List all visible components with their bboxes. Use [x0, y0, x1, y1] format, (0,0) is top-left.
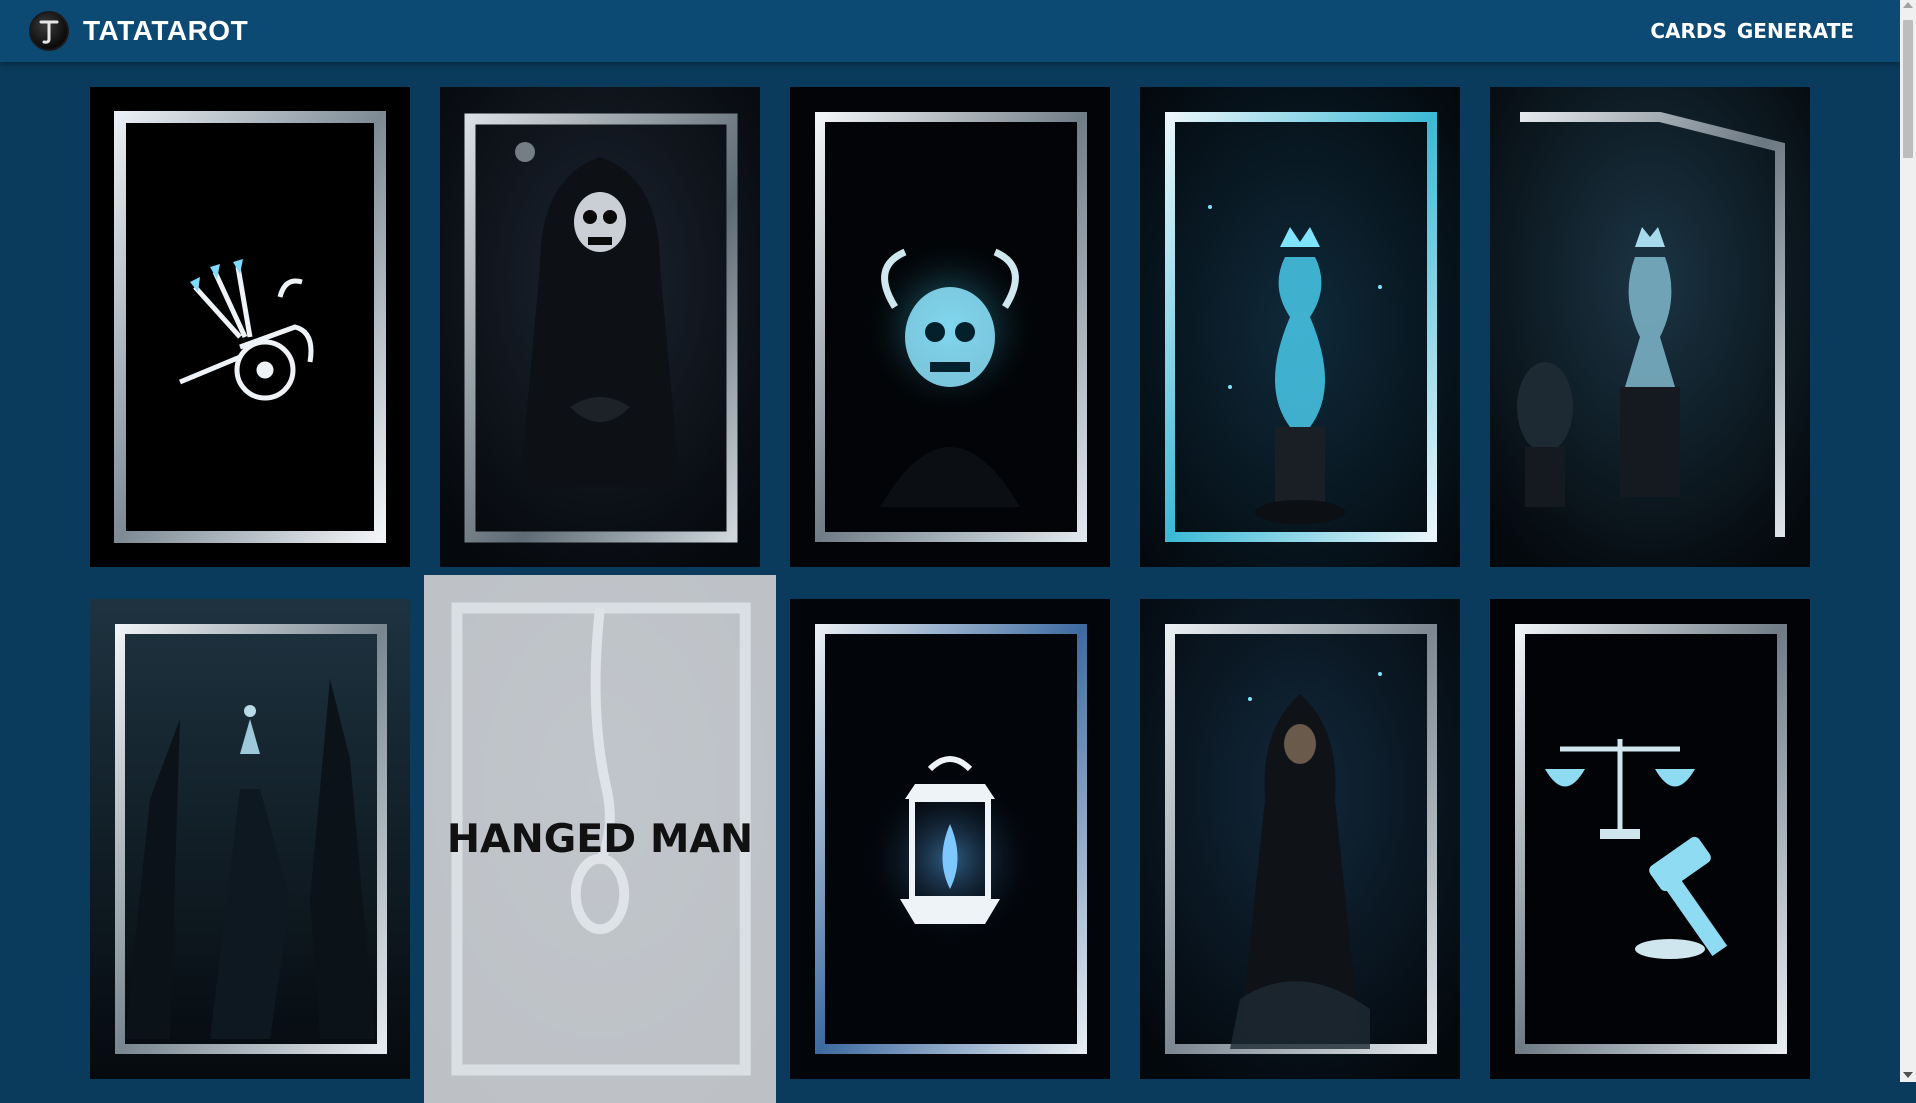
vertical-scrollbar[interactable]: [1900, 0, 1916, 1082]
tarot-card[interactable]: [1140, 599, 1460, 1079]
card-grid: HANGED MAN: [90, 87, 1810, 1103]
nav-generate-link[interactable]: GENERATE: [1737, 19, 1854, 43]
chariot-icon: [90, 87, 410, 567]
nav-cards-link[interactable]: CARDS: [1650, 19, 1727, 43]
tarot-card[interactable]: HANGED MAN: [424, 575, 776, 1103]
card-name-overlay: HANGED MAN: [424, 575, 776, 1103]
death-skeleton-icon: [440, 87, 760, 567]
main-nav: CARDS GENERATE: [1650, 0, 1854, 62]
scroll-up-icon[interactable]: [1903, 2, 1913, 8]
top-navbar: TATATAROT CARDS GENERATE: [0, 0, 1900, 62]
scales-gavel-icon: [1490, 599, 1810, 1079]
lantern-icon: [790, 599, 1110, 1079]
tarot-card[interactable]: [1490, 87, 1810, 567]
tarot-card[interactable]: [440, 87, 760, 567]
horned-skull-icon: [790, 87, 1110, 567]
brand-title: TATATAROT: [83, 15, 249, 46]
card-name: HANGED MAN: [446, 816, 754, 862]
tarot-card[interactable]: [90, 599, 410, 1079]
tarot-card[interactable]: [1140, 87, 1460, 567]
brand-link[interactable]: TATATAROT: [29, 11, 248, 51]
cliff-figure-icon: [90, 599, 410, 1079]
tarot-logo-icon: [29, 11, 69, 51]
chess-tower-icon: [1490, 87, 1810, 567]
hooded-monk-icon: [1140, 599, 1460, 1079]
tarot-card[interactable]: [1490, 599, 1810, 1079]
queen-chess-icon: [1140, 87, 1460, 567]
scroll-down-icon[interactable]: [1903, 1072, 1913, 1078]
tarot-card[interactable]: [790, 599, 1110, 1079]
tarot-card[interactable]: [90, 87, 410, 567]
scroll-thumb[interactable]: [1903, 20, 1913, 158]
tarot-card[interactable]: [790, 87, 1110, 567]
